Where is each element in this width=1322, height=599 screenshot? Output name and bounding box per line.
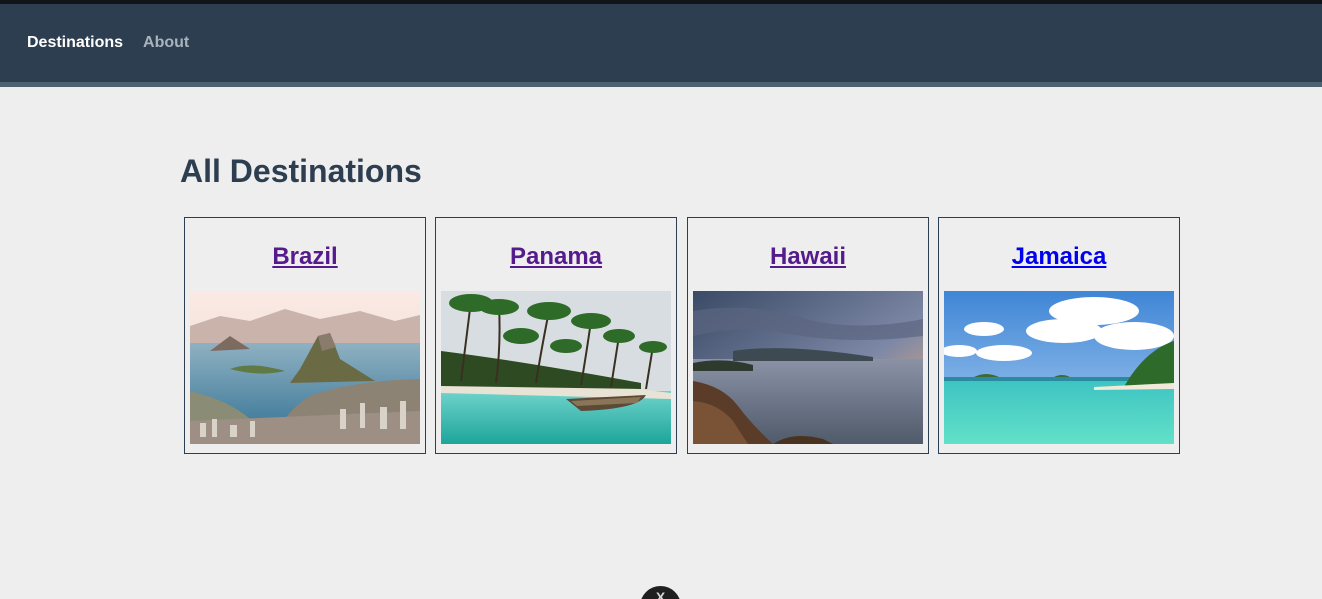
destination-link-brazil[interactable]: Brazil xyxy=(272,243,337,270)
destination-card-jamaica: Jamaica xyxy=(938,217,1180,454)
destination-link-panama[interactable]: Panama xyxy=(510,243,602,270)
destination-link-hawaii[interactable]: Hawaii xyxy=(770,243,846,270)
card-title: Brazil xyxy=(185,243,425,271)
card-title: Jamaica xyxy=(939,243,1179,271)
hawaii-photo[interactable] xyxy=(693,291,923,444)
destination-card-brazil: Brazil xyxy=(184,217,426,454)
nav-link-about[interactable]: About xyxy=(143,34,189,52)
navbar: Destinations About xyxy=(0,4,1322,82)
panama-photo[interactable] xyxy=(441,291,671,444)
close-icon: X xyxy=(655,589,666,599)
card-title: Panama xyxy=(436,243,676,271)
destination-card-panama: Panama xyxy=(435,217,677,454)
floating-close-button[interactable]: X xyxy=(640,586,681,599)
navbar-border xyxy=(0,82,1322,87)
jamaica-photo[interactable] xyxy=(944,291,1174,444)
card-title: Hawaii xyxy=(688,243,928,271)
destination-card-hawaii: Hawaii xyxy=(687,217,929,454)
brazil-photo[interactable] xyxy=(190,291,420,444)
page-title: All Destinations xyxy=(180,153,422,189)
nav-link-destinations[interactable]: Destinations xyxy=(27,34,123,52)
destination-link-jamaica[interactable]: Jamaica xyxy=(1012,243,1107,270)
